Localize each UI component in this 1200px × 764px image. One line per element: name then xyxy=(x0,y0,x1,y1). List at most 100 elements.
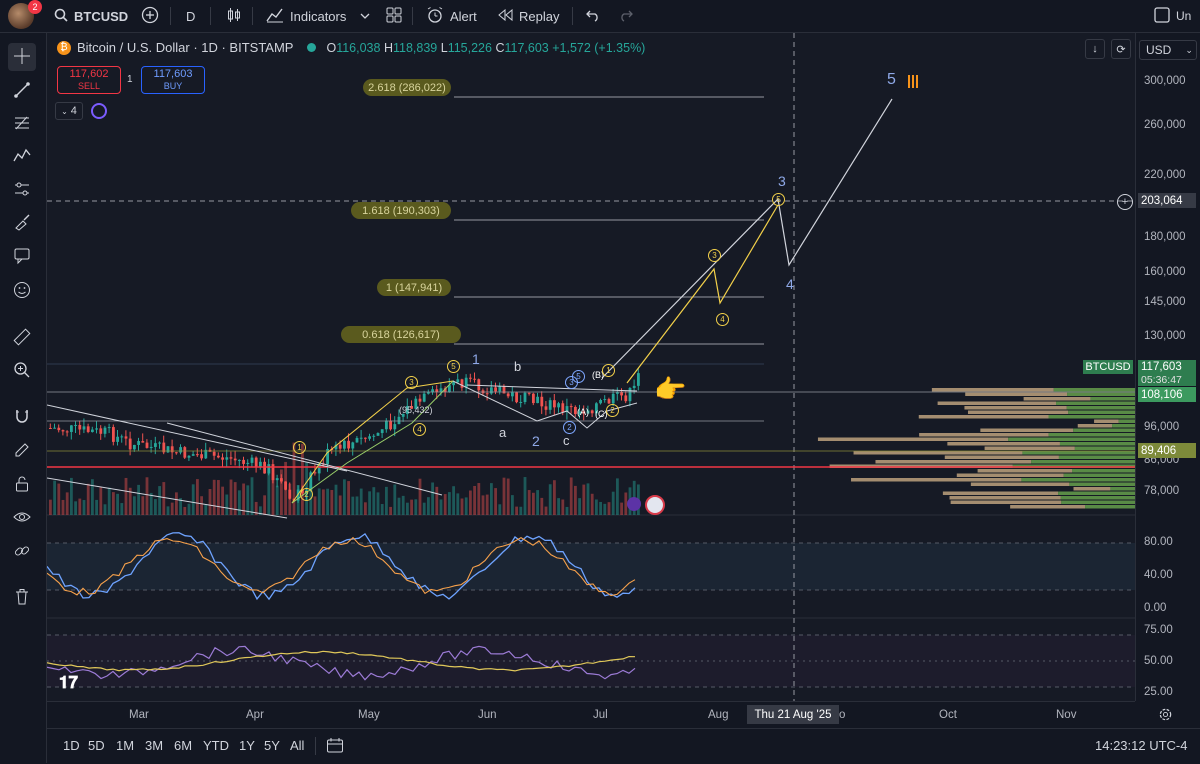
volume-bar xyxy=(368,491,371,515)
candle-body xyxy=(187,455,191,458)
currency-selector[interactable]: USD ⌄ xyxy=(1139,40,1197,60)
price-label: 78,000 xyxy=(1144,485,1180,497)
volume-profile-bar xyxy=(937,401,1057,405)
range-1y[interactable]: 1Y xyxy=(239,738,255,753)
range-ytd[interactable]: YTD xyxy=(203,738,229,753)
candle-body xyxy=(515,392,518,403)
level-tag-yellow: 89,406 xyxy=(1138,443,1196,458)
volume-bar xyxy=(527,490,531,515)
fib-tool[interactable] xyxy=(8,110,36,138)
candle-body xyxy=(53,427,56,429)
clock-timezone[interactable]: 14:23:12 UTC-4 xyxy=(1095,738,1188,753)
volume-bar xyxy=(611,491,615,515)
trendline-tool[interactable] xyxy=(8,77,36,105)
symbol-title[interactable]: Bitcoin / U.S. Dollar · 1D · BITSTAMP xyxy=(77,40,293,55)
us-flag-icon[interactable] xyxy=(645,495,665,515)
calendar-icon xyxy=(326,738,344,757)
time-axis[interactable]: Mar Apr May Jun Jul Aug Oct Nov o Thu 21… xyxy=(47,701,1172,728)
lock-drawings-tool[interactable] xyxy=(8,471,36,499)
volume-bar xyxy=(422,502,426,515)
buy-button[interactable]: 117,603 BUY xyxy=(141,66,205,94)
rsi-axis-label: 50.00 xyxy=(1144,655,1173,667)
layouts-button[interactable] xyxy=(386,0,402,32)
link-tool[interactable] xyxy=(8,538,36,566)
range-3m[interactable]: 3M xyxy=(145,738,163,753)
zoom-tool[interactable] xyxy=(8,357,36,385)
volume-bar xyxy=(397,497,401,515)
chart-type-button[interactable] xyxy=(226,0,242,32)
chart-pane[interactable]: ₿ Bitcoin / U.S. Dollar · 1D · BITSTAMP … xyxy=(47,33,1135,701)
goto-date-button[interactable] xyxy=(326,737,344,757)
redo-button[interactable] xyxy=(618,0,634,32)
symbol-search[interactable]: BTCUSD xyxy=(54,0,128,32)
range-1m[interactable]: 1M xyxy=(116,738,134,753)
layout-menu-button[interactable]: Un xyxy=(1154,0,1191,32)
downtrend-line xyxy=(47,404,348,472)
stoch-axis-label: 40.00 xyxy=(1144,569,1173,581)
event-flag-icon[interactable] xyxy=(627,497,641,511)
volume-bar xyxy=(275,485,279,515)
volume-bar xyxy=(427,497,430,515)
volume-bar xyxy=(187,503,191,515)
volume-bar xyxy=(120,503,124,515)
volume-bar xyxy=(250,477,254,515)
indicators-button[interactable]: Indicators xyxy=(266,0,346,32)
projected-wave-path xyxy=(601,98,893,379)
alert-button[interactable]: Alert xyxy=(426,0,477,32)
volume-bar xyxy=(112,492,115,515)
volume-bar xyxy=(607,502,611,515)
candle-body xyxy=(280,478,283,482)
divider xyxy=(210,7,211,25)
stay-drawing-tool[interactable] xyxy=(8,437,36,465)
subwave-label-5: 5 xyxy=(772,193,785,206)
candle-body xyxy=(532,393,535,404)
range-6m[interactable]: 6M xyxy=(174,738,192,753)
chart-settings-button[interactable] xyxy=(1158,707,1173,725)
candle-body xyxy=(145,442,149,448)
interval-button[interactable]: D xyxy=(186,0,195,32)
volume-bar xyxy=(553,480,556,515)
volume-bar xyxy=(490,483,493,515)
speech-bubble-icon xyxy=(13,247,31,268)
volume-bar xyxy=(57,483,61,515)
volume-bar xyxy=(389,506,392,515)
sell-button[interactable]: 117,602 SELL xyxy=(57,66,121,94)
candle-body xyxy=(477,379,481,391)
stoch-band xyxy=(47,543,1135,590)
add-alert-plus-icon[interactable]: + xyxy=(1117,194,1133,210)
range-5y[interactable]: 5Y xyxy=(264,738,280,753)
fullscreen-button[interactable]: ⟳ xyxy=(1111,39,1131,59)
remove-drawings-tool[interactable] xyxy=(8,584,36,612)
range-all[interactable]: All xyxy=(290,738,304,753)
text-tool[interactable] xyxy=(8,243,36,271)
rsi-axis-label: 75.00 xyxy=(1144,624,1173,636)
candle-body xyxy=(540,396,544,407)
candle-body xyxy=(490,387,493,394)
indicators-toggle[interactable]: ⌄ 4 xyxy=(55,102,83,120)
chevron-down-icon: ⌄ xyxy=(61,106,68,116)
replay-button[interactable]: Replay xyxy=(497,0,559,32)
chevron-down-icon xyxy=(360,9,370,24)
undo-button[interactable] xyxy=(585,0,601,32)
measure-tool[interactable] xyxy=(8,324,36,352)
compare-button[interactable] xyxy=(141,0,159,32)
chart-canvas xyxy=(47,33,1135,701)
magnet-tool[interactable] xyxy=(8,403,36,431)
brush-tool[interactable] xyxy=(8,209,36,237)
patterns-tool[interactable] xyxy=(8,143,36,171)
volume-profile-bar xyxy=(1069,482,1135,486)
forecast-tool[interactable] xyxy=(8,176,36,204)
range-1d[interactable]: 1D xyxy=(63,738,80,753)
download-button[interactable]: ↓ xyxy=(1085,39,1105,59)
volume-bar xyxy=(162,482,166,515)
icons-tool[interactable] xyxy=(8,277,36,305)
crosshair-tool[interactable] xyxy=(8,43,36,71)
price-axis[interactable]: USD ⌄ 300,000 260,000 220,000 180,000 16… xyxy=(1135,33,1200,701)
candle-body xyxy=(439,388,443,393)
indicators-dropdown[interactable] xyxy=(360,0,370,32)
volume-bar xyxy=(376,492,380,515)
range-5d[interactable]: 5D xyxy=(88,738,105,753)
volume-bar xyxy=(355,496,359,515)
hide-drawings-tool[interactable] xyxy=(8,504,36,532)
volume-profile-bar xyxy=(919,433,1049,437)
